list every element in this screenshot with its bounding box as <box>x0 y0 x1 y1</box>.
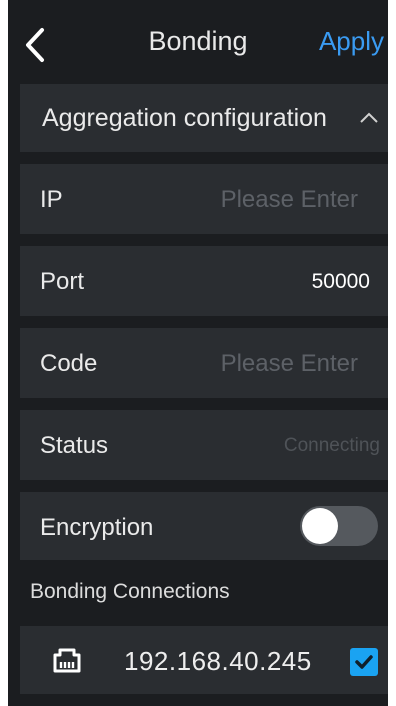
port-row[interactable]: Port 50000 <box>20 246 388 316</box>
ethernet-icon <box>53 648 81 673</box>
code-row[interactable]: Code Please Enter <box>20 328 388 398</box>
bonding-connections-title: Bonding Connections <box>30 580 230 603</box>
bonding-screen: Bonding Apply Aggregation configuration … <box>8 0 388 706</box>
ip-input[interactable]: Please Enter <box>221 186 358 214</box>
toggle-knob <box>302 508 338 544</box>
encryption-row: Encryption <box>20 492 388 560</box>
status-value: Connecting <box>283 435 380 456</box>
header: Bonding Apply <box>8 0 388 82</box>
checkmark-icon <box>355 655 373 669</box>
code-input[interactable]: Please Enter <box>221 350 358 378</box>
connection-checkbox[interactable] <box>350 648 378 676</box>
apply-button[interactable]: Apply <box>319 26 384 57</box>
ip-row[interactable]: IP Please Enter <box>20 164 388 234</box>
port-label: Port <box>40 268 85 295</box>
status-label: Status <box>40 432 109 459</box>
connection-ip: 192.168.40.245 <box>124 646 312 676</box>
code-label: Code <box>40 350 98 377</box>
aggregation-configuration-header[interactable]: Aggregation configuration <box>20 84 388 152</box>
encryption-toggle[interactable] <box>300 506 378 546</box>
encryption-label: Encryption <box>40 514 154 541</box>
section-title: Aggregation configuration <box>42 104 327 132</box>
connection-item[interactable]: 192.168.40.245 <box>20 626 388 694</box>
ip-label: IP <box>40 186 63 213</box>
port-input[interactable]: 50000 <box>312 270 370 294</box>
chevron-up-icon <box>360 112 378 123</box>
status-row: Status Connecting <box>20 410 388 480</box>
